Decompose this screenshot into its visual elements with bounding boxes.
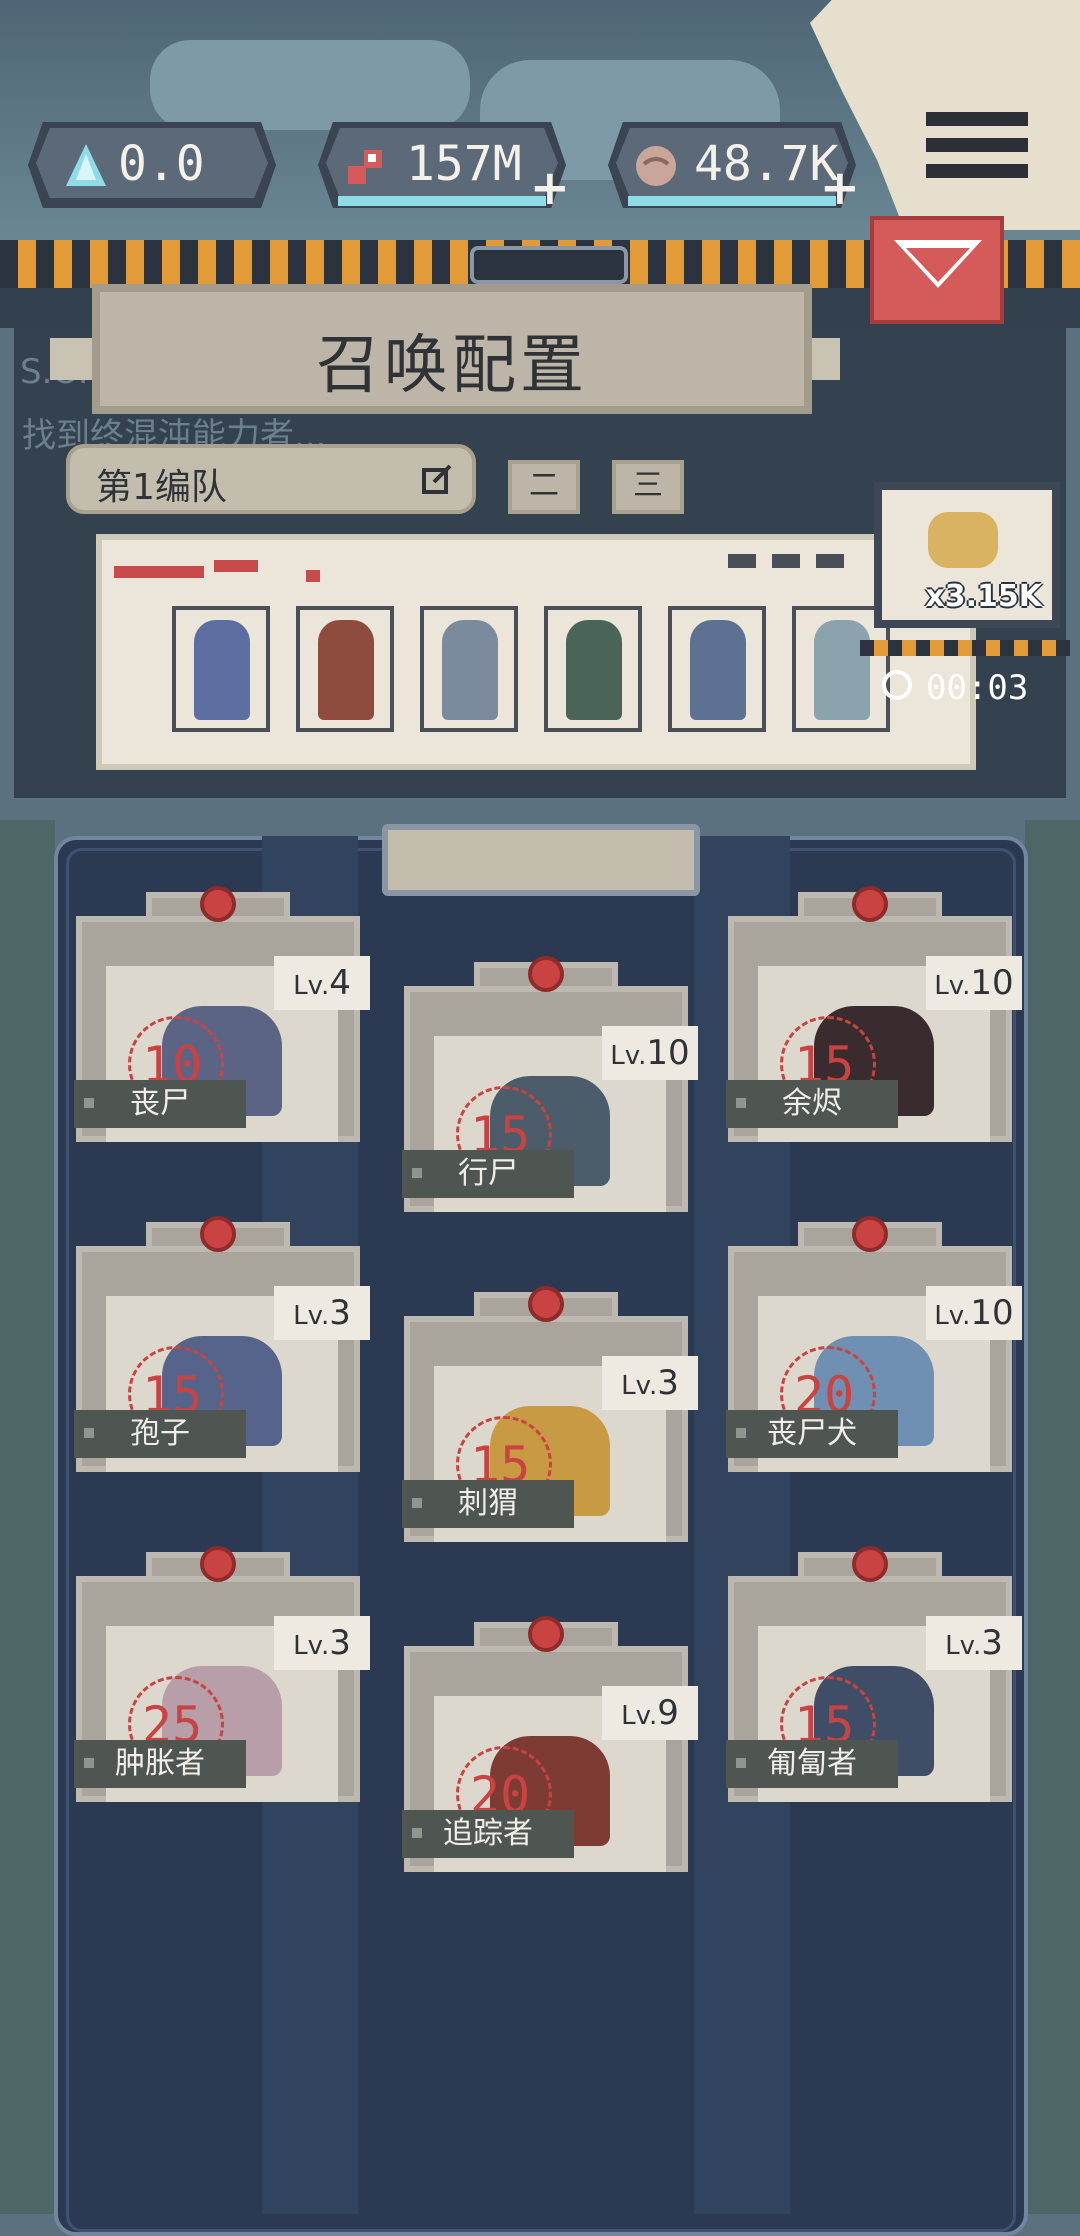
card-frame: 15 Lv.3 匍匐者 [726, 1576, 1022, 1802]
pin-icon [200, 886, 236, 922]
lineup-dot [816, 554, 844, 568]
crawler-figure [690, 620, 746, 720]
lineup-panel [96, 534, 976, 770]
squad-name: 第1编队 [96, 467, 227, 508]
unit-level: Lv.9 [602, 1686, 698, 1740]
unit-level: Lv.4 [274, 956, 370, 1010]
pin-icon [528, 1616, 564, 1652]
unit-card[interactable]: 15 Lv.3 刺猬 [402, 1286, 698, 1544]
pin-icon [200, 1546, 236, 1582]
unit-name: 肿胀者 [74, 1740, 246, 1788]
unit-card[interactable]: 20 Lv.9 追踪者 [402, 1616, 698, 1874]
lineup-slot[interactable] [420, 606, 518, 732]
unit-card[interactable]: 20 Lv.10 丧尸犬 [726, 1216, 1022, 1474]
clock-icon [882, 670, 912, 700]
lineup-deco [306, 570, 320, 582]
unit-name: 匍匐者 [726, 1740, 898, 1788]
crystal-icon [66, 144, 106, 186]
lineup-slot[interactable] [172, 606, 270, 732]
squad-name-field[interactable]: 第1编队 [66, 444, 476, 514]
card-frame: 15 Lv.3 刺猬 [402, 1316, 698, 1542]
unit-card[interactable]: 15 Lv.3 匍匐者 [726, 1546, 1022, 1804]
ant-zombie-figure [442, 620, 498, 720]
plant-zombie-figure [566, 620, 622, 720]
board-tab [382, 824, 700, 896]
unit-level: Lv.3 [274, 1616, 370, 1670]
card-frame: 20 Lv.10 丧尸犬 [726, 1246, 1022, 1472]
map-edge-left [0, 820, 55, 2214]
flesh-value: 157M [406, 136, 522, 192]
tab-squad-2[interactable]: 二 [508, 460, 580, 514]
lineup-deco [214, 560, 258, 572]
lineup-dot [772, 554, 800, 568]
unit-name: 追踪者 [402, 1810, 574, 1858]
lineup-slot[interactable] [668, 606, 766, 732]
pin-icon [852, 1216, 888, 1252]
coin-stack-icon [928, 512, 998, 568]
unit-card[interactable]: 15 Lv.10 行尸 [402, 956, 698, 1214]
lineup-dot [728, 554, 756, 568]
unit-name: 余烬 [726, 1080, 898, 1128]
bonus-timer: 00:03 [860, 640, 1070, 720]
cloud [150, 40, 470, 130]
unit-level: Lv.10 [926, 1286, 1022, 1340]
resource-brain: 48.7K + [608, 122, 860, 216]
pin-icon [528, 956, 564, 992]
flesh-icon [348, 150, 382, 184]
pin-icon [852, 1546, 888, 1582]
unit-card[interactable]: 15 Lv.3 孢子 [74, 1216, 370, 1474]
hamburger-menu-icon[interactable] [924, 106, 1030, 186]
unit-card[interactable]: 15 Lv.10 余烬 [726, 886, 1022, 1144]
unit-card[interactable]: 10 Lv.4 丧尸 [74, 886, 370, 1144]
unit-name: 丧尸犬 [726, 1410, 898, 1458]
resource-flesh: 157M + [318, 122, 570, 216]
brain-icon [636, 146, 676, 186]
resource-crystal: 0.0 [28, 122, 276, 208]
unit-level: Lv.10 [602, 1026, 698, 1080]
card-frame: 25 Lv.3 肿胀者 [74, 1576, 370, 1802]
unit-name: 丧尸 [74, 1080, 246, 1128]
unit-level: Lv.10 [926, 956, 1022, 1010]
edit-icon[interactable] [420, 462, 454, 496]
lineup-slot[interactable] [544, 606, 642, 732]
unit-level: Lv.3 [926, 1616, 1022, 1670]
bonus-multiplier: x3.15K [925, 579, 1042, 614]
page-title: 召唤配置 [316, 329, 588, 403]
card-frame: 15 Lv.3 孢子 [74, 1246, 370, 1472]
collapse-arrow-icon[interactable] [870, 216, 1004, 324]
card-frame: 20 Lv.9 追踪者 [402, 1646, 698, 1872]
unit-name: 刺猬 [402, 1480, 574, 1528]
brain-zombie-figure [318, 620, 374, 720]
unit-level: Lv.3 [602, 1356, 698, 1410]
crystal-value: 0.0 [118, 136, 205, 192]
lineup-slot[interactable] [296, 606, 394, 732]
timer-value: 00:03 [926, 668, 1029, 708]
tab-squad-3[interactable]: 三 [612, 460, 684, 514]
add-brain-button[interactable]: + [820, 160, 860, 216]
pin-icon [852, 886, 888, 922]
lineup-deco [114, 566, 204, 578]
stripe-handle [470, 246, 628, 284]
miner-zombie-figure [194, 620, 250, 720]
unit-card[interactable]: 25 Lv.3 肿胀者 [74, 1546, 370, 1804]
pin-icon [528, 1286, 564, 1322]
card-frame: 10 Lv.4 丧尸 [74, 916, 370, 1142]
unit-name: 孢子 [74, 1410, 246, 1458]
brain-value: 48.7K [694, 136, 839, 192]
bonus-box[interactable]: x3.15K [874, 482, 1060, 628]
pin-icon [200, 1216, 236, 1252]
map-edge-right [1025, 820, 1080, 2214]
unit-name: 行尸 [402, 1150, 574, 1198]
card-frame: 15 Lv.10 行尸 [402, 986, 698, 1212]
add-flesh-button[interactable]: + [530, 160, 570, 216]
unit-level: Lv.3 [274, 1286, 370, 1340]
card-frame: 15 Lv.10 余烬 [726, 916, 1022, 1142]
title-plate: 召唤配置 [92, 284, 812, 414]
